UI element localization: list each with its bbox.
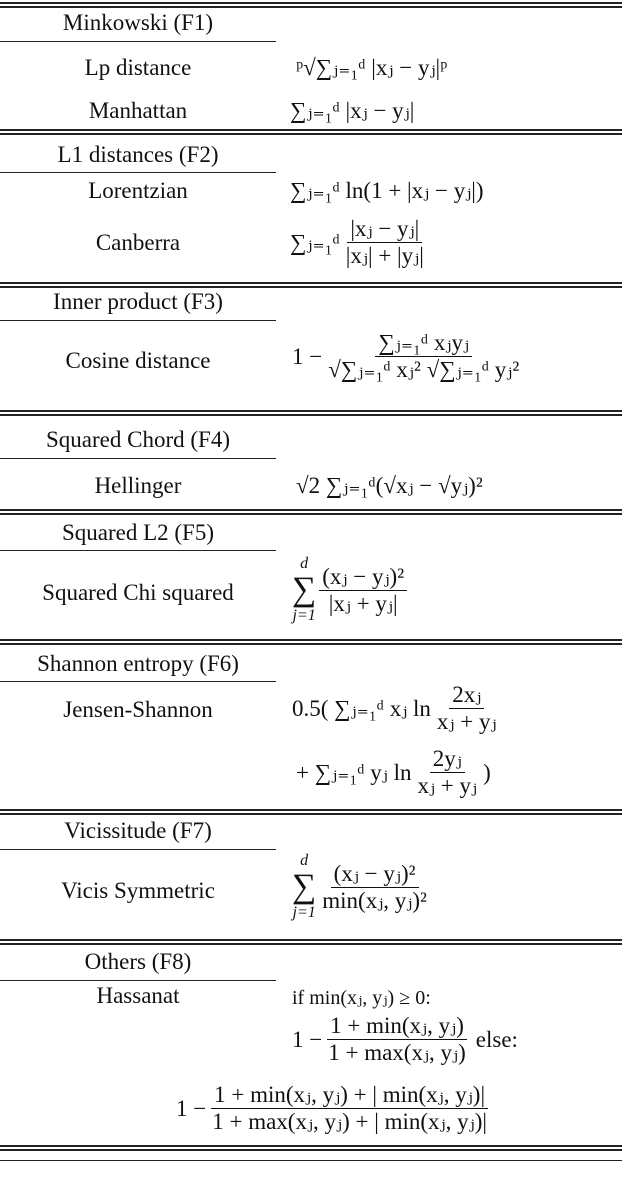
denominator: xⱼ + yⱼ — [417, 773, 478, 798]
denominator: 1 + max(xⱼ, yⱼ) — [328, 1040, 466, 1065]
formula-branch-1: 1 − 1 + min(xⱼ, yⱼ) 1 + max(xⱼ, yⱼ) else: — [292, 1013, 518, 1066]
condition: else: — [475, 1026, 518, 1052]
numerator: (xⱼ − yⱼ)² — [319, 564, 408, 591]
measure-name: Hellinger — [94, 473, 182, 498]
fraction: 2yⱼ xⱼ + yⱼ — [414, 746, 480, 799]
measure-name: Vicis Symmetric — [61, 878, 215, 903]
formula-branch-2: 1 − 1 + min(xⱼ, yⱼ) + | min(xⱼ, yⱼ)| 1 + … — [176, 1082, 493, 1135]
rule — [0, 980, 276, 981]
formula-prefix: 0.5( ∑ⱼ₌₁ᵈ xⱼ ln — [292, 695, 431, 721]
double-rule — [0, 1145, 622, 1151]
family-header: Shannon entropy (F6) — [37, 651, 239, 676]
formula: ∑ⱼ₌₁ᵈ |xⱼ − yⱼ| |xⱼ| + |yⱼ| — [290, 216, 430, 269]
sum-lower: j=1 — [292, 904, 316, 921]
rule — [0, 849, 276, 850]
fraction: |xⱼ − yⱼ| |xⱼ| + |yⱼ| — [343, 216, 427, 269]
numerator: 1 + min(xⱼ, yⱼ) + | min(xⱼ, yⱼ)| — [211, 1082, 489, 1109]
fraction: ∑ⱼ₌₁ᵈ xⱼyⱼ √∑ⱼ₌₁ᵈ xⱼ² √∑ⱼ₌₁ᵈ yⱼ² — [325, 330, 522, 383]
formula-prefix: 1 − — [176, 1095, 207, 1121]
condition: if min(xⱼ, yⱼ) ≥ 0: — [292, 987, 431, 1009]
double-rule — [0, 410, 622, 416]
denominator: 1 + max(xⱼ, yⱼ) + | min(xⱼ, yⱼ)| — [212, 1109, 487, 1134]
family-header: Inner product (F3) — [53, 289, 223, 314]
fraction: (xⱼ − yⱼ)² min(xⱼ, yⱼ)² — [319, 861, 430, 914]
rule — [0, 172, 276, 173]
rule — [0, 458, 276, 459]
fraction: 1 + min(xⱼ, yⱼ) 1 + max(xⱼ, yⱼ) — [325, 1013, 469, 1066]
formula: d ∑ j=1 (xⱼ − yⱼ)² |xⱼ + yⱼ| — [292, 555, 410, 625]
fraction: (xⱼ − yⱼ)² |xⱼ + yⱼ| — [319, 564, 408, 617]
denominator: √∑ⱼ₌₁ᵈ xⱼ² √∑ⱼ₌₁ᵈ yⱼ² — [328, 357, 520, 382]
rule — [0, 320, 276, 321]
double-rule — [0, 282, 622, 288]
sum-sign: ∑ — [292, 868, 317, 905]
double-rule — [0, 129, 622, 135]
formula: ∑ⱼ₌₁ᵈ ln(1 + |xⱼ − yⱼ|) — [290, 178, 484, 203]
numerator: |xⱼ − yⱼ| — [347, 216, 423, 243]
double-rule — [0, 639, 622, 645]
formula-line-1: 0.5( ∑ⱼ₌₁ᵈ xⱼ ln 2xⱼ xⱼ + yⱼ — [292, 682, 503, 735]
double-rule — [0, 939, 622, 945]
family-header: Squared Chord (F4) — [46, 427, 230, 452]
measure-name: Cosine distance — [65, 348, 211, 373]
fraction: 2xⱼ xⱼ + yⱼ — [434, 682, 500, 735]
measure-name: Squared Chi squared — [42, 580, 234, 605]
denominator: xⱼ + yⱼ — [436, 709, 497, 734]
formula-prefix: + ∑ⱼ₌₁ᵈ yⱼ ln — [296, 759, 412, 785]
formula: ᵖ√∑ⱼ₌₁ᵈ |xⱼ − yⱼ|ᵖ — [296, 55, 448, 80]
family-header: Squared L2 (F5) — [61, 520, 215, 545]
rule — [0, 681, 276, 682]
rule — [0, 550, 276, 551]
measure-name: Hassanat — [96, 983, 180, 1008]
formula-prefix: ∑ⱼ₌₁ᵈ — [290, 229, 340, 255]
sum-sign: ∑ — [292, 571, 317, 608]
numerator: (xⱼ − yⱼ)² — [330, 861, 419, 888]
numerator: ∑ⱼ₌₁ᵈ xⱼyⱼ — [375, 330, 473, 357]
numerator: 2xⱼ — [449, 682, 485, 709]
numerator: 2yⱼ — [429, 746, 465, 773]
double-rule — [0, 2, 622, 8]
double-rule — [0, 509, 622, 515]
family-header: L1 distances (F2) — [57, 142, 219, 167]
measure-name: Jensen-Shannon — [63, 697, 213, 722]
formula-line-2: + ∑ⱼ₌₁ᵈ yⱼ ln 2yⱼ xⱼ + yⱼ ) — [296, 746, 491, 799]
measure-name: Lorentzian — [88, 178, 188, 203]
family-header: Vicissitude (F7) — [64, 818, 212, 843]
fraction: 1 + min(xⱼ, yⱼ) + | min(xⱼ, yⱼ)| 1 + max(… — [209, 1082, 490, 1135]
summation: d ∑ j=1 — [292, 852, 316, 922]
sum-lower: j=1 — [292, 607, 316, 624]
double-rule — [0, 809, 622, 815]
formula: d ∑ j=1 (xⱼ − yⱼ)² min(xⱼ, yⱼ)² — [292, 852, 433, 922]
denominator: |xⱼ + yⱼ| — [328, 590, 398, 616]
formula: √2 ∑ⱼ₌₁ᵈ(√xⱼ − √yⱼ)² — [296, 473, 483, 498]
family-header: Minkowski (F1) — [62, 10, 214, 35]
denominator: min(xⱼ, yⱼ)² — [322, 887, 427, 913]
formula: 1 − ∑ⱼ₌₁ᵈ xⱼyⱼ √∑ⱼ₌₁ᵈ xⱼ² √∑ⱼ₌₁ᵈ yⱼ² — [292, 330, 525, 383]
family-header: Others (F8) — [84, 949, 192, 974]
measure-name: Canberra — [95, 230, 181, 255]
formula-prefix: 1 − — [292, 343, 323, 369]
rule — [0, 1160, 622, 1161]
rule — [0, 41, 276, 42]
formula-prefix: 1 − — [292, 1026, 323, 1052]
measure-name: Lp distance — [84, 55, 192, 80]
measure-name: Manhattan — [88, 98, 188, 123]
summation: d ∑ j=1 — [292, 555, 316, 625]
formula-suffix: ) — [483, 759, 491, 785]
denominator: |xⱼ| + |yⱼ| — [345, 243, 424, 268]
formula: ∑ⱼ₌₁ᵈ |xⱼ − yⱼ| — [290, 98, 415, 123]
numerator: 1 + min(xⱼ, yⱼ) — [327, 1013, 467, 1040]
